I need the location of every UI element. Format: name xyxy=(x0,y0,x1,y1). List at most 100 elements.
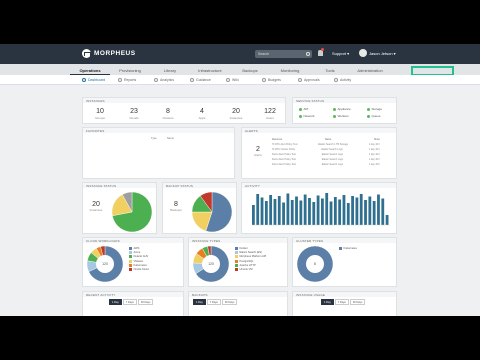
activity-bar[interactable] xyxy=(282,202,285,226)
search-input[interactable]: Search xyxy=(255,50,312,58)
activity-bar[interactable] xyxy=(256,194,260,225)
morpheus-logo[interactable]: MORPHEUS xyxy=(82,49,136,58)
legend-swatch xyxy=(235,268,238,271)
alerts-count[interactable]: 2 Alerts xyxy=(250,146,266,157)
table-row[interactable]: Demo Alert Policy Test Elastic Search Log… xyxy=(272,153,380,156)
tab-30-days[interactable]: 30 Days xyxy=(137,299,154,305)
activity-bar[interactable] xyxy=(351,196,354,225)
activity-bar[interactable] xyxy=(338,199,342,226)
nav-infrastructure[interactable]: Infrastructure xyxy=(190,64,230,75)
tab-7-days[interactable]: 7 Days xyxy=(122,299,137,305)
activity-bar-chart[interactable] xyxy=(252,191,390,231)
nav-monitoring[interactable]: Monitoring xyxy=(270,64,310,75)
table-row[interactable]: Demo Alert Policy Test Elastic Search Log… xyxy=(272,158,380,161)
activity-bar[interactable] xyxy=(325,193,329,225)
tab-7-days[interactable]: 7 Days xyxy=(206,299,221,305)
subnav-reports[interactable]: Reports xyxy=(118,75,154,84)
activity-bar[interactable] xyxy=(273,199,277,225)
activity-bar[interactable] xyxy=(381,198,385,226)
subnav-budgets[interactable]: Budgets xyxy=(262,75,298,84)
subnav-activity[interactable]: Activity xyxy=(334,75,370,84)
activity-bar[interactable] xyxy=(299,200,303,226)
backup-status-pie[interactable] xyxy=(191,191,233,233)
legend-item[interactable]: PostgreSQL xyxy=(235,259,254,263)
activity-bar[interactable] xyxy=(368,196,372,226)
activity-bar[interactable] xyxy=(329,201,333,226)
stat-groups[interactable]: 10 Groups xyxy=(85,108,115,120)
activity-bar[interactable] xyxy=(277,196,281,225)
tab-1-day[interactable]: 1 Day xyxy=(109,299,122,305)
activity-bar[interactable] xyxy=(355,197,359,226)
legend-item[interactable]: Apache HTTP xyxy=(235,263,256,267)
activity-bar[interactable] xyxy=(385,215,389,225)
activity-bar[interactable] xyxy=(286,193,290,226)
table-row[interactable]: Hi CPU Alert Policy Test Elastic Search 1… xyxy=(272,143,380,146)
activity-bar[interactable] xyxy=(290,200,294,225)
legend-item[interactable]: Kubernetes xyxy=(339,247,357,250)
activity-bar[interactable] xyxy=(260,197,264,226)
activity-bar[interactable] xyxy=(321,198,324,226)
nav-operations[interactable]: Operations xyxy=(70,64,110,75)
activity-bar[interactable] xyxy=(252,205,255,225)
legend-item[interactable]: Azure xyxy=(129,251,140,255)
table-row[interactable]: Hi CPU Cluster Policy Elastic Search Logs… xyxy=(272,148,380,151)
tab-1-day[interactable]: 1 Day xyxy=(321,299,334,305)
instance-status-pie[interactable] xyxy=(111,191,153,233)
activity-bar[interactable] xyxy=(372,201,376,225)
activity-bar[interactable] xyxy=(346,203,350,225)
activity-bar[interactable] xyxy=(333,197,337,225)
stat-apps[interactable]: 4 Apps xyxy=(187,108,217,120)
legend-item[interactable]: Docker xyxy=(235,247,248,250)
activity-bar[interactable] xyxy=(377,194,380,226)
table-row[interactable]: Demo Alert Policy Test Elastic Search Log… xyxy=(272,163,380,166)
stat-users[interactable]: 122 Users xyxy=(255,108,285,120)
instance-types-donut[interactable]: 120 xyxy=(192,245,232,285)
cluster-types-donut[interactable]: 8 xyxy=(296,245,336,285)
support-menu[interactable]: Support ▾ xyxy=(332,51,349,56)
stat-clouds[interactable]: 23 Clouds xyxy=(119,108,149,120)
nav-backups[interactable]: Backups xyxy=(230,64,270,75)
count-value: 20 xyxy=(92,201,100,208)
activity-bar[interactable] xyxy=(308,198,311,225)
subnav-approvals[interactable]: Approvals xyxy=(298,75,334,84)
activity-bar[interactable] xyxy=(269,195,273,225)
legend-item[interactable]: VMware xyxy=(129,259,144,263)
range-tabs: 1 Day 7 Days 30 Days xyxy=(109,299,154,305)
stat-clusters[interactable]: 8 Clusters xyxy=(153,108,183,120)
activity-bar[interactable] xyxy=(342,195,346,225)
nav-tools[interactable]: Tools xyxy=(310,64,350,75)
nav-library[interactable]: Library xyxy=(150,64,190,75)
subnav-wiki[interactable]: Wiki xyxy=(226,75,262,84)
legend-item[interactable]: Ubuntu VM xyxy=(235,268,252,271)
nav-provisioning[interactable]: Provisioning xyxy=(110,64,150,75)
activity-bar[interactable] xyxy=(303,194,307,226)
legend-item[interactable]: Oracle Cloud xyxy=(129,268,149,271)
activity-bar[interactable] xyxy=(295,196,298,226)
tab-30-days[interactable]: 30 Days xyxy=(221,299,238,305)
activity-bar[interactable] xyxy=(264,201,268,225)
stat-instances[interactable]: 20 Instances xyxy=(221,108,251,120)
nav-administration[interactable]: Administration xyxy=(350,64,390,75)
user-menu[interactable]: Jason Jetson ▾ xyxy=(369,51,396,56)
activity-bar[interactable] xyxy=(359,194,363,225)
legend-item[interactable]: Nutanix AHV xyxy=(129,255,148,259)
activity-bar[interactable] xyxy=(312,202,316,225)
legend-item[interactable]: Kubernetes xyxy=(129,263,147,267)
subnav-guidance[interactable]: Guidance xyxy=(190,75,226,84)
cluster-types-panel: Cluster Types 8 Kubernetes xyxy=(292,237,397,287)
tab-1-day[interactable]: 1 Day xyxy=(193,299,206,305)
legend-label: VMware xyxy=(133,259,144,263)
avatar[interactable] xyxy=(359,49,367,57)
activity-bar[interactable] xyxy=(364,200,367,225)
tab-7-days[interactable]: 7 Days xyxy=(334,299,349,305)
legend-item[interactable]: Morpheus Platform API xyxy=(235,255,266,259)
cloud-workloads-donut[interactable]: 120 xyxy=(86,245,126,285)
instance-status-count: 20 Instances xyxy=(87,201,105,212)
subnav-analytics[interactable]: Analytics xyxy=(154,75,190,84)
reports-icon xyxy=(118,78,122,82)
activity-bar[interactable] xyxy=(316,195,320,226)
tab-30-days[interactable]: 30 Days xyxy=(349,299,366,305)
legend-item[interactable]: Elastic Search (ES) xyxy=(235,251,262,255)
legend-item[interactable]: AWS xyxy=(129,247,139,250)
subnav-dashboard[interactable]: Dashboard xyxy=(82,75,118,84)
